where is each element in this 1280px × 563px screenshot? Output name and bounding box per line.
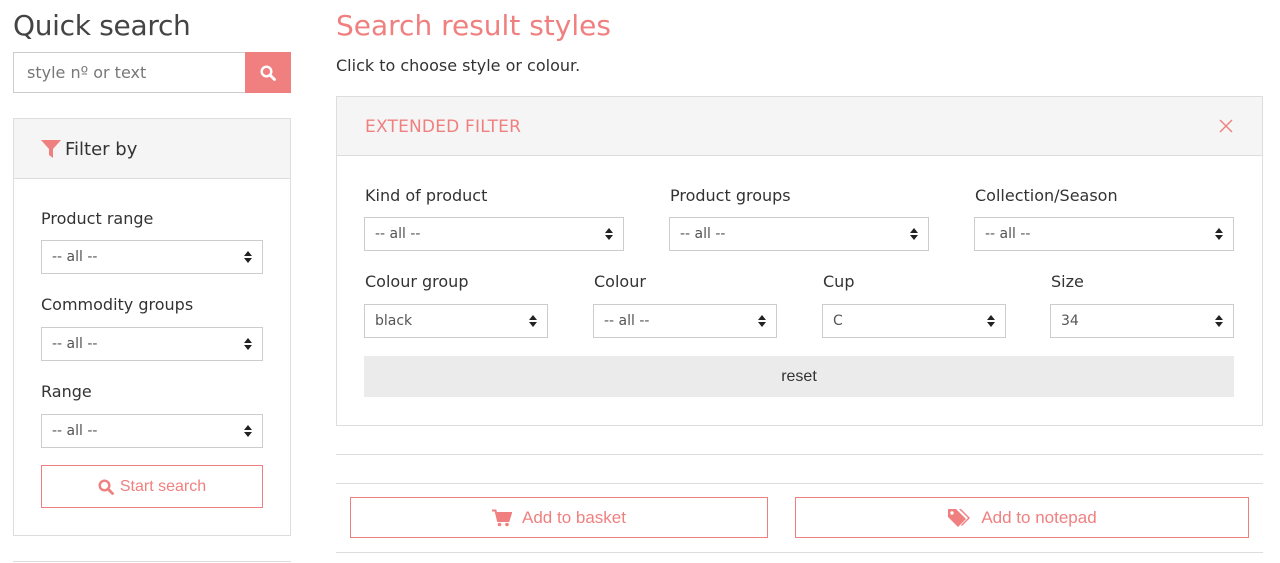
start-search-button[interactable]: Start search — [41, 465, 263, 508]
colour-label: Colour — [594, 272, 646, 291]
filter-panel-header: Filter by — [14, 119, 290, 179]
collection-season-select[interactable]: -- all -- — [974, 217, 1234, 251]
range-value: -- all -- — [52, 423, 98, 439]
filter-panel-title: Filter by — [65, 139, 138, 160]
filter-icon — [41, 140, 61, 158]
select-arrows-icon — [244, 338, 252, 350]
add-to-notepad-button[interactable]: Add to notepad — [795, 497, 1249, 538]
cup-value: C — [833, 313, 843, 329]
close-icon[interactable] — [1219, 119, 1233, 133]
size-select[interactable]: 34 — [1050, 304, 1234, 338]
commodity-groups-label: Commodity groups — [41, 295, 194, 314]
commodity-groups-select[interactable]: -- all -- — [41, 327, 263, 361]
add-to-notepad-label: Add to notepad — [981, 507, 1097, 527]
colour-select[interactable]: -- all -- — [593, 304, 777, 338]
add-to-basket-button[interactable]: Add to basket — [350, 497, 768, 538]
product-range-label: Product range — [41, 209, 154, 228]
kind-of-product-select[interactable]: -- all -- — [364, 217, 624, 251]
product-groups-label: Product groups — [670, 186, 791, 205]
kind-of-product-value: -- all -- — [375, 226, 421, 242]
select-arrows-icon — [910, 228, 918, 240]
tags-icon — [948, 508, 971, 527]
size-value: 34 — [1061, 313, 1079, 329]
add-to-basket-label: Add to basket — [522, 507, 626, 527]
quick-search-button[interactable] — [245, 52, 291, 93]
start-search-label: Start search — [119, 477, 207, 495]
select-arrows-icon — [1215, 315, 1223, 327]
extended-filter-title: EXTENDED FILTER — [365, 117, 522, 137]
divider — [13, 561, 291, 562]
commodity-groups-value: -- all -- — [52, 336, 98, 352]
cup-label: Cup — [823, 272, 855, 291]
kind-of-product-label: Kind of product — [365, 186, 488, 205]
select-arrows-icon — [605, 228, 613, 240]
select-arrows-icon — [244, 251, 252, 263]
product-range-value: -- all -- — [52, 249, 98, 265]
reset-button[interactable]: reset — [364, 356, 1234, 397]
range-select[interactable]: -- all -- — [41, 414, 263, 448]
select-arrows-icon — [758, 315, 766, 327]
range-label: Range — [41, 382, 92, 401]
product-groups-select[interactable]: -- all -- — [669, 217, 929, 251]
product-range-select[interactable]: -- all -- — [41, 240, 263, 274]
divider — [336, 483, 1263, 484]
select-arrows-icon — [987, 315, 995, 327]
cup-select[interactable]: C — [822, 304, 1006, 338]
colour-group-label: Colour group — [365, 272, 469, 291]
select-arrows-icon — [1215, 228, 1223, 240]
results-title: Search result styles — [336, 9, 611, 42]
search-icon — [98, 478, 114, 495]
collection-season-value: -- all -- — [985, 226, 1031, 242]
divider — [336, 552, 1263, 553]
divider — [336, 454, 1263, 455]
colour-value: -- all -- — [604, 313, 650, 329]
quick-search-title: Quick search — [13, 9, 191, 42]
quick-search-input[interactable] — [13, 52, 245, 93]
select-arrows-icon — [529, 315, 537, 327]
collection-season-label: Collection/Season — [975, 186, 1118, 205]
cart-icon — [492, 509, 513, 526]
select-arrows-icon — [244, 425, 252, 437]
search-icon — [260, 64, 276, 81]
product-groups-value: -- all -- — [680, 226, 726, 242]
colour-group-select[interactable]: black — [364, 304, 548, 338]
size-label: Size — [1051, 272, 1084, 291]
results-subtitle: Click to choose style or colour. — [336, 56, 581, 75]
colour-group-value: black — [375, 313, 413, 329]
extended-filter-header: EXTENDED FILTER — [337, 97, 1262, 156]
